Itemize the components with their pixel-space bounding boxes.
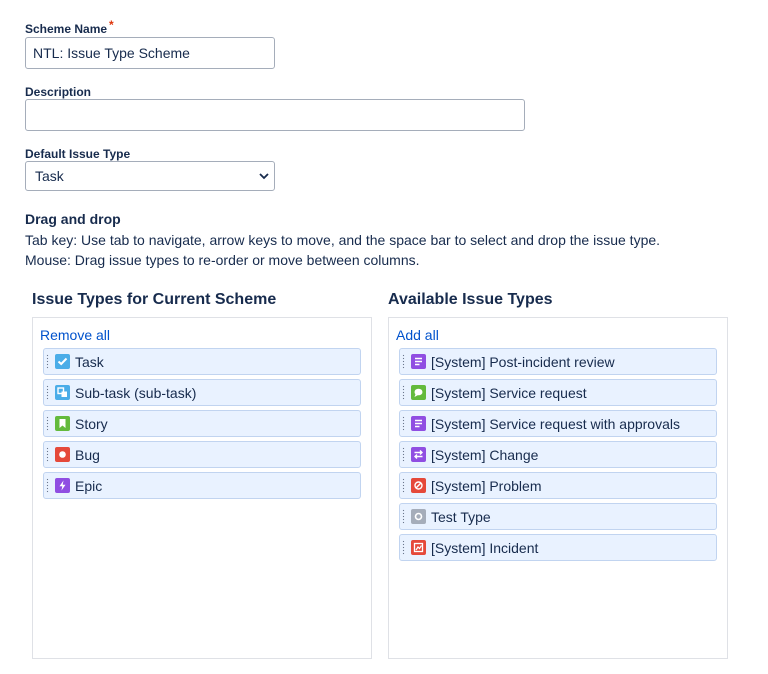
current-scheme-list[interactable]: Remove all Task Sub-task (sub-task) Stor… xyxy=(32,317,372,659)
issue-type-service-request-approvals[interactable]: [System] Service request with approvals xyxy=(399,410,717,437)
story-icon xyxy=(55,416,70,431)
issue-type-label: [System] Post-incident review xyxy=(431,354,615,370)
remove-all-link[interactable]: Remove all xyxy=(40,327,110,343)
required-marker: * xyxy=(109,18,114,32)
issue-type-service-request[interactable]: [System] Service request xyxy=(399,379,717,406)
drag-handle-icon[interactable] xyxy=(402,416,405,431)
issue-type-subtask[interactable]: Sub-task (sub-task) xyxy=(43,379,361,406)
drag-handle-icon[interactable] xyxy=(46,354,49,369)
drag-handle-icon[interactable] xyxy=(402,447,405,462)
issue-type-problem[interactable]: [System] Problem xyxy=(399,472,717,499)
chevron-down-icon xyxy=(259,173,269,180)
issue-type-epic[interactable]: Epic xyxy=(43,472,361,499)
description-input[interactable] xyxy=(25,99,525,131)
drag-handle-icon[interactable] xyxy=(402,509,405,524)
issue-type-label: Story xyxy=(75,416,108,432)
issue-type-story[interactable]: Story xyxy=(43,410,361,437)
issue-type-label: Bug xyxy=(75,447,100,463)
drag-handle-icon[interactable] xyxy=(402,540,405,555)
issue-type-label: [System] Service request with approvals xyxy=(431,416,680,432)
swap-icon xyxy=(411,447,426,462)
issue-type-incident[interactable]: [System] Incident xyxy=(399,534,717,561)
add-all-link[interactable]: Add all xyxy=(396,327,439,343)
available-types-list[interactable]: Add all [System] Post-incident review [S… xyxy=(388,317,728,659)
available-types-title: Available Issue Types xyxy=(388,291,553,308)
issue-type-label: [System] Service request xyxy=(431,385,587,401)
description-label: Description xyxy=(25,85,92,99)
drag-drop-heading: Drag and drop xyxy=(25,211,121,227)
bug-icon xyxy=(55,447,70,462)
epic-icon xyxy=(55,478,70,493)
scheme-name-label-text: Scheme Name xyxy=(25,22,108,36)
issue-type-label: Test Type xyxy=(431,509,491,525)
issue-type-label: [System] Incident xyxy=(431,540,539,556)
scheme-name-input[interactable] xyxy=(25,37,275,69)
default-issue-type-value: Task xyxy=(35,168,64,184)
issue-type-test-type[interactable]: Test Type xyxy=(399,503,717,530)
drag-handle-icon[interactable] xyxy=(402,354,405,369)
drag-handle-icon[interactable] xyxy=(46,416,49,431)
issue-type-label: [System] Change xyxy=(431,447,539,463)
issue-type-post-incident-review[interactable]: [System] Post-incident review xyxy=(399,348,717,375)
alert-icon xyxy=(411,540,426,555)
issue-type-change[interactable]: [System] Change xyxy=(399,441,717,468)
issue-type-label: [System] Problem xyxy=(431,478,542,494)
drag-handle-icon[interactable] xyxy=(402,385,405,400)
drag-handle-icon[interactable] xyxy=(402,478,405,493)
issue-type-bug[interactable]: Bug xyxy=(43,441,361,468)
mouse-help-text: Mouse: Drag issue types to re-order or m… xyxy=(25,252,420,268)
drag-handle-icon[interactable] xyxy=(46,447,49,462)
drag-handle-icon[interactable] xyxy=(46,385,49,400)
issue-type-label: Epic xyxy=(75,478,103,494)
keyboard-help-text: Tab key: Use tab to navigate, arrow keys… xyxy=(25,232,661,248)
chat-icon xyxy=(411,385,426,400)
scheme-name-label: Scheme Name * xyxy=(25,18,114,36)
document-icon xyxy=(411,416,426,431)
drag-handle-icon[interactable] xyxy=(46,478,49,493)
default-issue-type-select[interactable]: Task xyxy=(25,161,275,191)
issue-type-label: Sub-task (sub-task) xyxy=(75,385,197,401)
issue-type-task[interactable]: Task xyxy=(43,348,361,375)
circle-icon xyxy=(411,509,426,524)
task-icon xyxy=(55,354,70,369)
default-issue-type-label: Default Issue Type xyxy=(25,147,131,161)
subtask-icon xyxy=(55,385,70,400)
current-scheme-title: Issue Types for Current Scheme xyxy=(32,291,277,308)
block-icon xyxy=(411,478,426,493)
issue-type-label: Task xyxy=(75,354,104,370)
document-icon xyxy=(411,354,426,369)
